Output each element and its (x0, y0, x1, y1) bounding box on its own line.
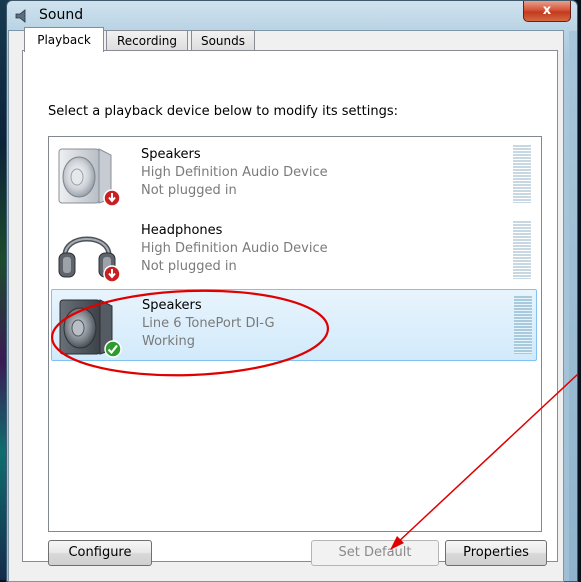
unplugged-badge-icon (103, 265, 121, 283)
window-frame-edge (569, 31, 577, 581)
volume-meter (513, 145, 531, 203)
device-name: Headphones (141, 223, 223, 238)
device-name: Speakers (141, 147, 201, 162)
speaker-icon (15, 9, 26, 23)
window-title: Sound (39, 7, 84, 23)
default-check-badge-icon (104, 340, 122, 358)
device-driver: High Definition Audio Device (141, 165, 328, 180)
device-status: Not plugged in (141, 183, 237, 198)
volume-meter (514, 296, 532, 354)
volume-meter (513, 221, 531, 279)
device-item[interactable]: Headphones High Definition Audio Device … (51, 215, 537, 285)
unplugged-badge-icon (103, 189, 121, 207)
device-item-selected[interactable]: Speakers Line 6 TonePort DI-G Working (51, 289, 537, 361)
properties-button[interactable]: Properties (445, 540, 547, 566)
device-item[interactable]: Speakers High Definition Audio Device No… (51, 139, 537, 209)
device-list[interactable]: Speakers High Definition Audio Device No… (48, 136, 542, 532)
configure-button[interactable]: Configure (48, 540, 152, 566)
instruction-text: Select a playback device below to modify… (48, 104, 398, 119)
device-name: Speakers (142, 298, 202, 313)
device-driver: Line 6 TonePort DI-G (142, 316, 275, 331)
close-button[interactable]: x (523, 1, 571, 22)
device-status: Working (142, 334, 196, 349)
tab-recording[interactable]: Recording (106, 30, 188, 51)
tab-sounds[interactable]: Sounds (191, 30, 255, 51)
tab-playback[interactable]: Playback (24, 27, 104, 52)
set-default-button[interactable]: Set Default (311, 540, 439, 566)
device-status: Not plugged in (141, 259, 237, 274)
device-driver: High Definition Audio Device (141, 241, 328, 256)
